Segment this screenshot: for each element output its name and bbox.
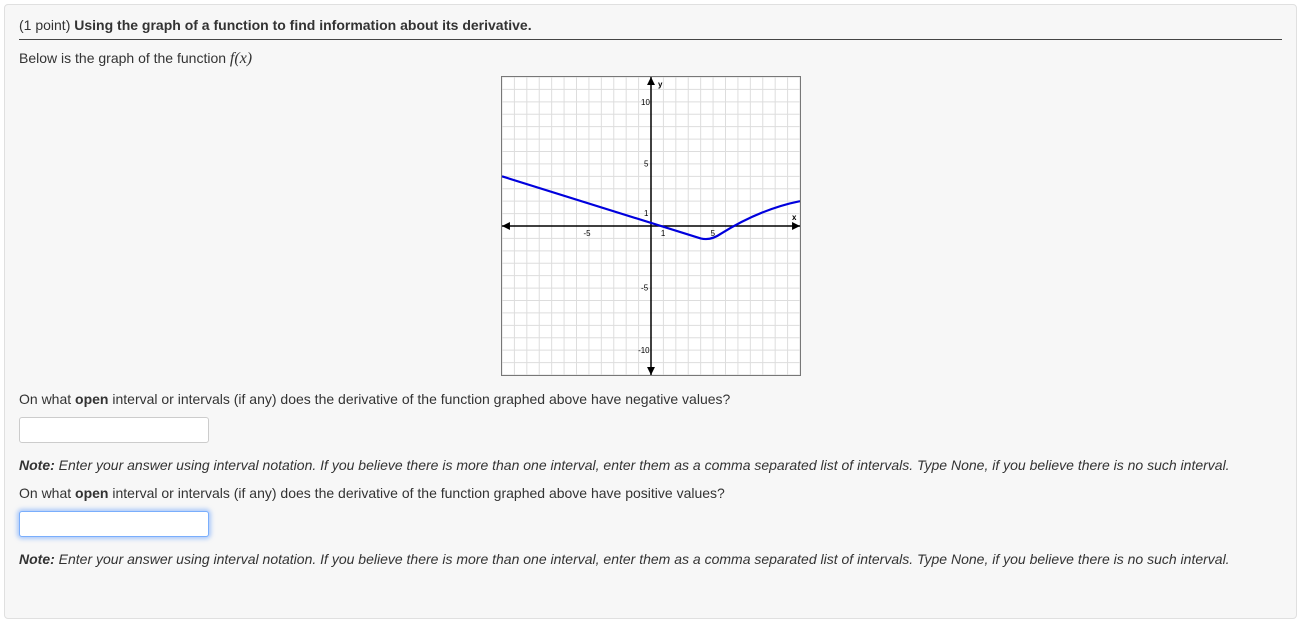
- problem-container: (1 point) Using the graph of a function …: [4, 4, 1297, 619]
- q2-pre: On what: [19, 485, 75, 501]
- note-1: Note: Enter your answer using interval n…: [19, 457, 1282, 473]
- note-2-label: Note:: [19, 551, 55, 567]
- note-2-text: Enter your answer using interval notatio…: [55, 551, 1230, 567]
- ytick-neg10: -10: [638, 346, 650, 355]
- fx-expression: f(x): [230, 50, 252, 67]
- y-axis-label: y: [657, 80, 662, 89]
- note-1-label: Note:: [19, 457, 55, 473]
- note-1-text: Enter your answer using interval notatio…: [55, 457, 1230, 473]
- problem-header: (1 point) Using the graph of a function …: [19, 17, 1282, 40]
- q1-bold: open: [75, 391, 108, 407]
- note-2: Note: Enter your answer using interval n…: [19, 551, 1282, 567]
- problem-title: Using the graph of a function to find in…: [74, 17, 531, 33]
- answer-2-row: [19, 511, 1282, 537]
- question-1: On what open interval or intervals (if a…: [19, 391, 1282, 407]
- question-2: On what open interval or intervals (if a…: [19, 485, 1282, 501]
- xtick-1: 1: [660, 229, 665, 238]
- ytick-neg5: -5: [641, 284, 649, 293]
- q1-pre: On what: [19, 391, 75, 407]
- xtick-neg5: -5: [583, 229, 591, 238]
- answer-1-input[interactable]: [19, 417, 209, 443]
- ytick-1: 1: [644, 209, 649, 218]
- intro-text: Below is the graph of the function f(x): [19, 50, 1282, 68]
- intro-prefix: Below is the graph of the function: [19, 50, 230, 66]
- q2-bold: open: [75, 485, 108, 501]
- answer-2-input[interactable]: [19, 511, 209, 537]
- function-graph: 10 5 1 -5 -10 -5 1 5 y x: [501, 76, 801, 376]
- points-label: (1 point): [19, 17, 70, 33]
- x-axis-label: x: [792, 213, 797, 222]
- q1-post: interval or intervals (if any) does the …: [108, 391, 730, 407]
- q2-post: interval or intervals (if any) does the …: [108, 485, 724, 501]
- ytick-5: 5: [644, 159, 649, 168]
- graph-wrapper: 10 5 1 -5 -10 -5 1 5 y x: [19, 76, 1282, 379]
- answer-1-row: [19, 417, 1282, 443]
- ytick-10: 10: [641, 98, 650, 107]
